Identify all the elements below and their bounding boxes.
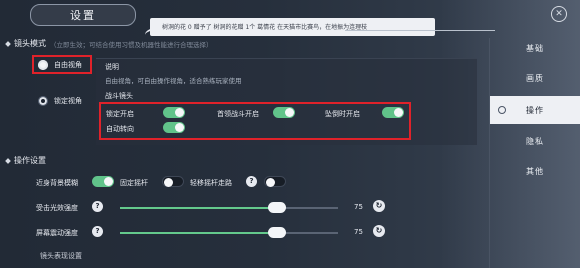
highlight-box-free-view [32, 55, 92, 74]
tab-basic[interactable]: 基础 [490, 34, 580, 62]
hit-effect-slider[interactable] [120, 202, 338, 213]
light-stick-toggle[interactable] [264, 176, 286, 187]
screen-shake-slider-fill [120, 232, 277, 234]
lock-on-toggle[interactable] [163, 107, 185, 118]
diamond-icon [5, 40, 11, 47]
description-text: 自由视角，可自由操作视角，适合熟练玩家使用 [105, 77, 242, 85]
radio-unselected-icon [38, 96, 48, 106]
fall-on-label: 坠倒时开启 [325, 110, 360, 118]
tab-controls[interactable]: 操作 [490, 96, 580, 124]
tab-controls-label: 操作 [526, 105, 544, 115]
fixed-stick-label: 固定摇杆 [120, 179, 148, 187]
boss-on-label: 首领战斗开启 [217, 110, 259, 118]
announcement-text: 树洞的花 0 赠予了 树洞的花赠 1个 葛情花 在天猫市比赛鸟，在地振为连理枝 [162, 24, 368, 31]
help-icon[interactable]: ? [92, 201, 103, 212]
diamond-icon [5, 157, 11, 164]
controls-section-header: 操作设置 [5, 155, 46, 166]
auto-turn-toggle[interactable] [163, 122, 185, 133]
screen-shake-value: 75 [354, 228, 363, 236]
hit-effect-slider-knob[interactable] [267, 202, 286, 213]
boss-on-toggle[interactable] [273, 107, 295, 118]
help-icon[interactable]: ? [246, 176, 257, 187]
settings-tabs: 基础 画质 操作 隐私 其他 [490, 28, 580, 268]
fixed-stick-toggle[interactable] [162, 176, 184, 187]
screen-shake-label: 屏幕震动强度 [36, 229, 78, 237]
hit-effect-value: 75 [354, 203, 363, 211]
controls-section-title: 操作设置 [14, 156, 46, 165]
hit-effect-label: 受击光效强度 [36, 204, 78, 212]
camera-section-title: 镜头模式 [14, 39, 46, 48]
screen-shake-slider-knob[interactable] [267, 227, 286, 238]
fall-on-toggle[interactable] [382, 107, 404, 118]
help-icon[interactable]: ? [92, 226, 103, 237]
camera-section-header: 镜头模式 （立即生效；可结合使用习惯及机器性能进行合理选择） [5, 38, 213, 49]
screen-shake-slider[interactable] [120, 227, 338, 238]
light-stick-label: 轻移摇杆走路 [190, 179, 232, 187]
lens-settings-label: 镜头表现设置 [40, 252, 82, 260]
highlight-box-combat [99, 102, 411, 140]
hit-effect-slider-fill [120, 207, 277, 209]
description-title: 说明 [105, 63, 119, 71]
reset-icon[interactable]: ↻ [373, 225, 385, 237]
active-tab-icon [498, 106, 506, 114]
locked-view-radio[interactable]: 锁定视角 [38, 96, 82, 106]
near-blur-label: 近身背景模糊 [36, 179, 78, 187]
tab-graphics[interactable]: 画质 [490, 64, 580, 92]
close-icon[interactable]: ✕ [551, 6, 567, 22]
locked-view-label: 锁定视角 [54, 97, 82, 105]
page-title: 设置 [30, 4, 136, 26]
lock-on-label: 锁定开启 [106, 110, 134, 118]
near-blur-toggle[interactable] [92, 176, 114, 187]
camera-section-hint: （立即生效；可结合使用习惯及机器性能进行合理选择） [50, 40, 213, 49]
header-divider [345, 30, 495, 31]
combat-camera-title: 战斗镜头 [105, 92, 133, 100]
reset-icon[interactable]: ↻ [373, 200, 385, 212]
tab-other[interactable]: 其他 [490, 157, 580, 185]
tab-privacy[interactable]: 隐私 [490, 127, 580, 155]
auto-turn-label: 自动转向 [106, 125, 134, 133]
